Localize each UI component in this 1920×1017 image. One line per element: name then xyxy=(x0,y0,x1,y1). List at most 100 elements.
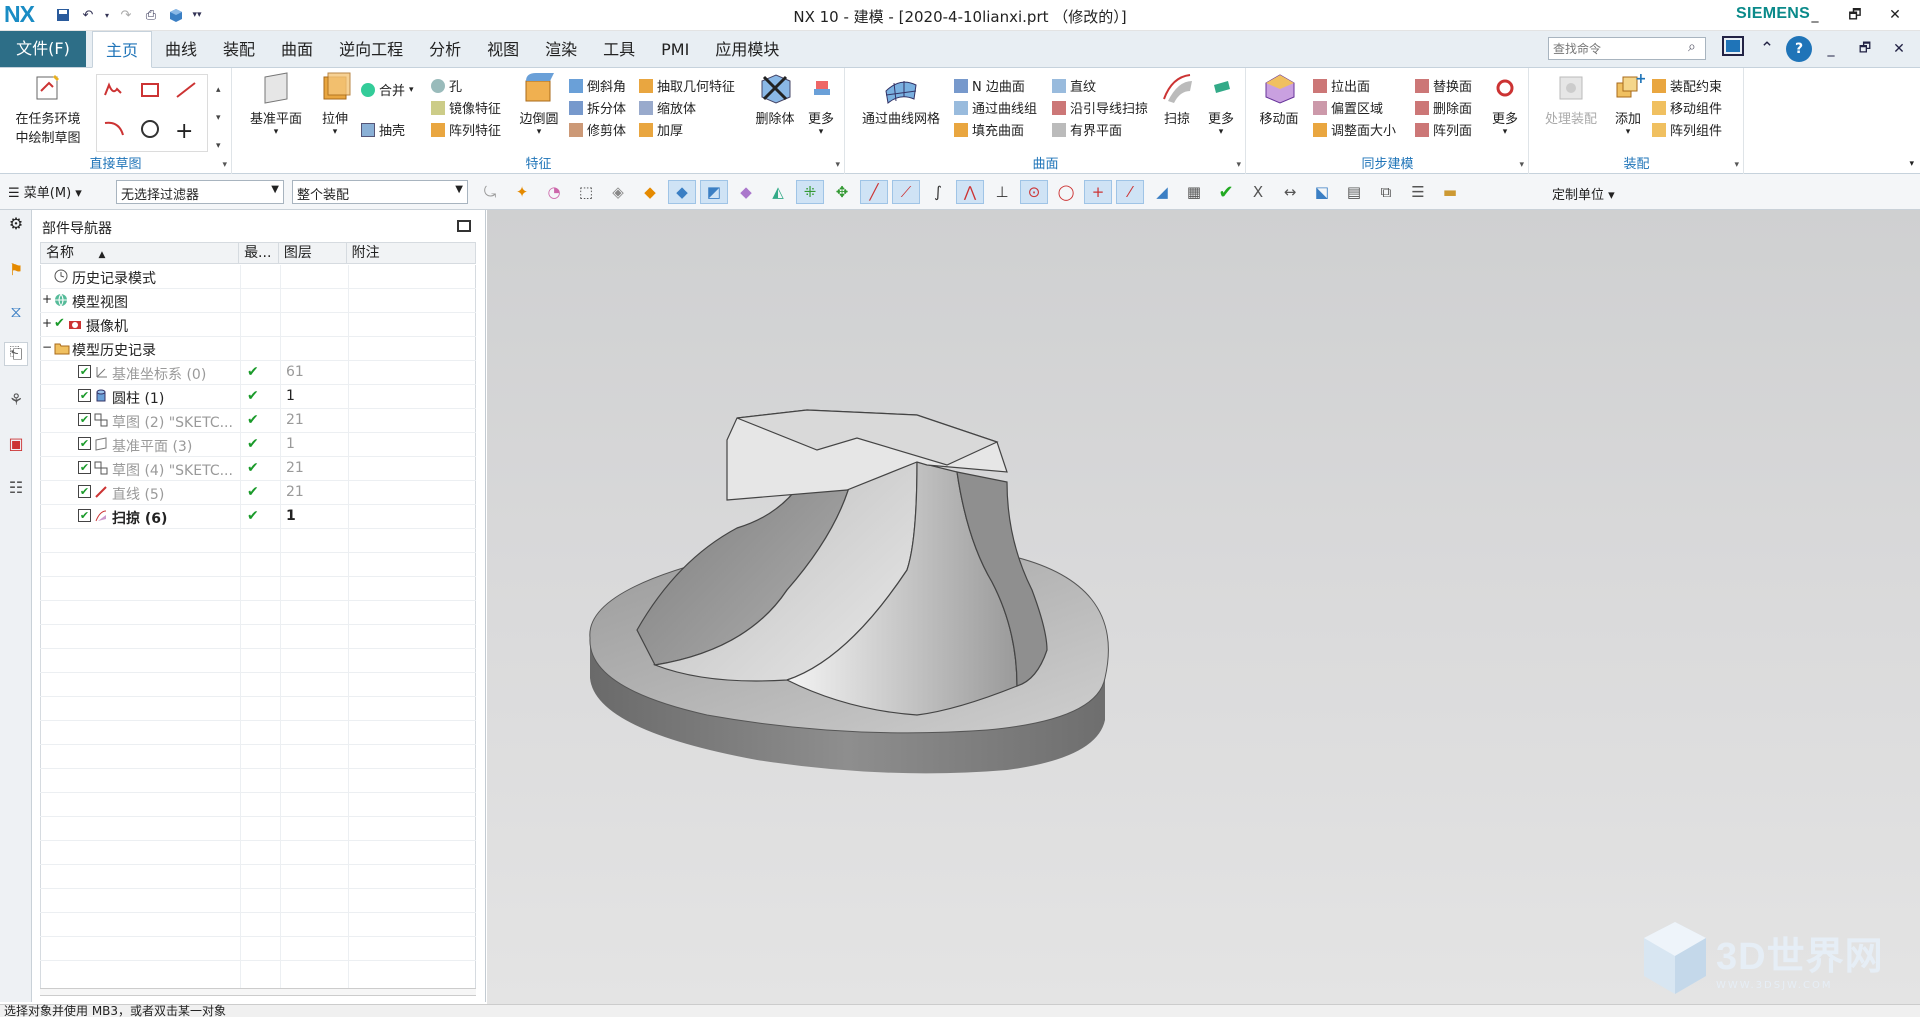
tree-node[interactable]: − 模型历史记录 xyxy=(40,337,476,361)
replace-face-button[interactable]: 替换面 xyxy=(1415,76,1472,95)
point-icon[interactable]: + xyxy=(175,119,193,144)
feature-checkbox[interactable]: ✔ xyxy=(78,437,91,450)
undo-dropdown-icon[interactable]: ▾ xyxy=(102,5,112,25)
sweep-along-guide-button[interactable]: 沿引导线扫掠 xyxy=(1052,98,1148,117)
move-component-button[interactable]: 移动组件 xyxy=(1652,98,1722,117)
layer-settings-icon[interactable]: ▤ xyxy=(1340,180,1368,204)
wcs-icon[interactable]: ⬕ xyxy=(1308,180,1336,204)
through-curves-button[interactable]: 通过曲线组 xyxy=(954,98,1037,117)
arc-center-icon[interactable]: ⊙ xyxy=(1020,180,1048,204)
restore-button[interactable]: 🗗 xyxy=(1836,4,1874,26)
tab-tools[interactable]: 工具 xyxy=(590,31,648,68)
curve-point-icon[interactable]: ∫ xyxy=(924,180,952,204)
snap-point-icon[interactable]: ✥ xyxy=(828,180,856,204)
part-navigator-icon[interactable]: ⎗ xyxy=(4,342,28,366)
feature-checkbox[interactable]: ✔ xyxy=(78,509,91,522)
bounded-plane-button[interactable]: 有界平面 xyxy=(1052,120,1122,139)
pattern-feature-button[interactable]: 阵列特征 xyxy=(431,120,501,139)
tab-view[interactable]: 视图 xyxy=(474,31,532,68)
tab-curve[interactable]: 曲线 xyxy=(152,31,210,68)
sync-more-button[interactable]: 更多 ▾ xyxy=(1487,71,1523,137)
extrude-button[interactable]: 拉伸 ▾ xyxy=(313,71,357,137)
line-icon[interactable] xyxy=(175,81,197,99)
split-body-button[interactable]: 拆分体 xyxy=(569,98,626,117)
mirror-feature-button[interactable]: 镜像特征 xyxy=(431,98,501,117)
selection-scope-dropdown[interactable]: 整个装配 ▼ xyxy=(292,180,468,204)
select-body-icon[interactable]: ◈ xyxy=(604,180,632,204)
tree-node[interactable]: + ✔ 摄像机 xyxy=(40,313,476,337)
n-sided-surface-button[interactable]: N 边曲面 xyxy=(954,76,1025,95)
arc-icon[interactable] xyxy=(103,119,125,137)
column-latest[interactable]: 最... xyxy=(239,243,279,263)
layer-icon[interactable]: ☰ xyxy=(1404,180,1432,204)
feature-checkbox[interactable]: ✔ xyxy=(78,365,91,378)
color-filter-icon[interactable]: ◔ xyxy=(540,180,568,204)
pattern-face-button[interactable]: 阵列面 xyxy=(1415,120,1472,139)
tree-node[interactable]: ✔ 圆柱 (1) ✔ 1 xyxy=(40,385,476,409)
offset-region-button[interactable]: 偏置区域 xyxy=(1313,98,1383,117)
group-expand-icon[interactable]: ▾ xyxy=(1236,160,1241,170)
expand-toggle-icon[interactable]: + xyxy=(42,316,52,330)
swept-button[interactable]: 扫掠 xyxy=(1158,71,1196,127)
sketch-palette-scroll[interactable]: ▴ ▾ ▾ xyxy=(216,76,221,160)
tree-node[interactable]: ✔ 基准平面 (3) ✔ 1 xyxy=(40,433,476,457)
rectangle-select-icon[interactable]: ⬚ xyxy=(572,180,600,204)
command-search-input[interactable] xyxy=(1548,37,1706,60)
fullscreen-icon[interactable] xyxy=(1718,35,1748,63)
end-point-icon[interactable]: ╱ xyxy=(860,180,888,204)
tab-assembly[interactable]: 装配 xyxy=(210,31,268,68)
group-expand-icon[interactable]: ▾ xyxy=(1734,160,1739,170)
through-curve-mesh-button[interactable]: 通过曲线网格 xyxy=(858,71,944,127)
constraint-navigator-icon[interactable]: ⧖ xyxy=(4,302,28,326)
mid-point-icon[interactable]: ⟋ xyxy=(892,180,920,204)
delete-body-button[interactable]: 删除体 xyxy=(751,71,799,127)
redo-icon[interactable]: ↷ xyxy=(115,5,137,25)
ribbon-options-icon[interactable]: ▾ xyxy=(1909,159,1914,169)
group-expand-icon[interactable]: ▾ xyxy=(222,160,227,170)
tree-node[interactable]: ✔ 草图 (2) "SKETC... ✔ 21 xyxy=(40,409,476,433)
feature-checkbox[interactable]: ✔ xyxy=(78,413,91,426)
customize-units-dropdown[interactable]: 定制单位 ▾ xyxy=(1552,184,1615,203)
circle-icon[interactable] xyxy=(139,119,161,139)
control-point-icon[interactable]: ⋀ xyxy=(956,180,984,204)
datum-plane-button[interactable]: 基准平面 ▾ xyxy=(245,71,307,137)
navigator-maximize-icon[interactable] xyxy=(457,220,471,232)
show-hide-icon[interactable]: ⧉ xyxy=(1372,180,1400,204)
bounded-grid-icon[interactable]: ▦ xyxy=(1180,180,1208,204)
type-filter-dropdown[interactable]: 无选择过滤器 ▼ xyxy=(116,180,284,204)
tree-node[interactable]: ✔ 直线 (5) ✔ 21 xyxy=(40,481,476,505)
sketch-in-task-button[interactable]: 在任务环境 中绘制草图 xyxy=(6,71,90,146)
model-view[interactable] xyxy=(487,210,1920,1010)
tree-node[interactable]: 历史记录模式 xyxy=(40,265,476,289)
history-icon[interactable]: ☷ xyxy=(4,478,28,502)
rectangle-icon[interactable] xyxy=(139,81,161,99)
column-name[interactable]: 名称 ▲ xyxy=(41,243,240,263)
doc-minimize-icon[interactable]: _ xyxy=(1816,35,1846,63)
expand-toggle-icon[interactable]: + xyxy=(42,292,52,306)
close-button[interactable]: ✕ xyxy=(1876,4,1914,26)
shell-button[interactable]: 抽壳 xyxy=(361,120,405,139)
minimize-button[interactable]: _ xyxy=(1796,4,1834,26)
column-note[interactable]: 附注 xyxy=(347,243,475,263)
tree-node[interactable]: ✔ 扫掠 (6) ✔ 1 xyxy=(40,505,476,529)
chamfer-button[interactable]: 倒斜角 xyxy=(569,76,626,95)
tab-analysis[interactable]: 分析 xyxy=(416,31,474,68)
trim-body-button[interactable]: 修剪体 xyxy=(569,120,626,139)
tab-reverse-engineering[interactable]: 逆向工程 xyxy=(326,31,416,68)
tree-node[interactable]: ✔ 草图 (4) "SKETC... ✔ 21 xyxy=(40,457,476,481)
column-layer[interactable]: 图层 xyxy=(279,243,347,263)
assembly-navigator-icon[interactable]: ⚑ xyxy=(4,260,28,284)
doc-restore-icon[interactable]: 🗗 xyxy=(1850,35,1880,63)
feature-checkbox[interactable]: ✔ xyxy=(78,461,91,474)
feature-more-button[interactable]: 更多 ▾ xyxy=(803,71,839,137)
add-component-button[interactable]: + 添加 ▾ xyxy=(1608,71,1648,137)
group-expand-icon[interactable]: ▾ xyxy=(1519,160,1524,170)
assembly-constraints-button[interactable]: 装配约束 xyxy=(1652,76,1722,95)
swept-body[interactable] xyxy=(636,409,1048,716)
expand-toggle-icon[interactable]: − xyxy=(42,340,52,354)
intersection-icon[interactable]: ⊥ xyxy=(988,180,1016,204)
profile-icon[interactable] xyxy=(103,81,125,99)
reset-snap-icon[interactable]: X xyxy=(1244,180,1272,204)
surface-more-button[interactable]: 更多 ▾ xyxy=(1202,71,1240,137)
point-on-face-icon[interactable]: ◢ xyxy=(1148,180,1176,204)
